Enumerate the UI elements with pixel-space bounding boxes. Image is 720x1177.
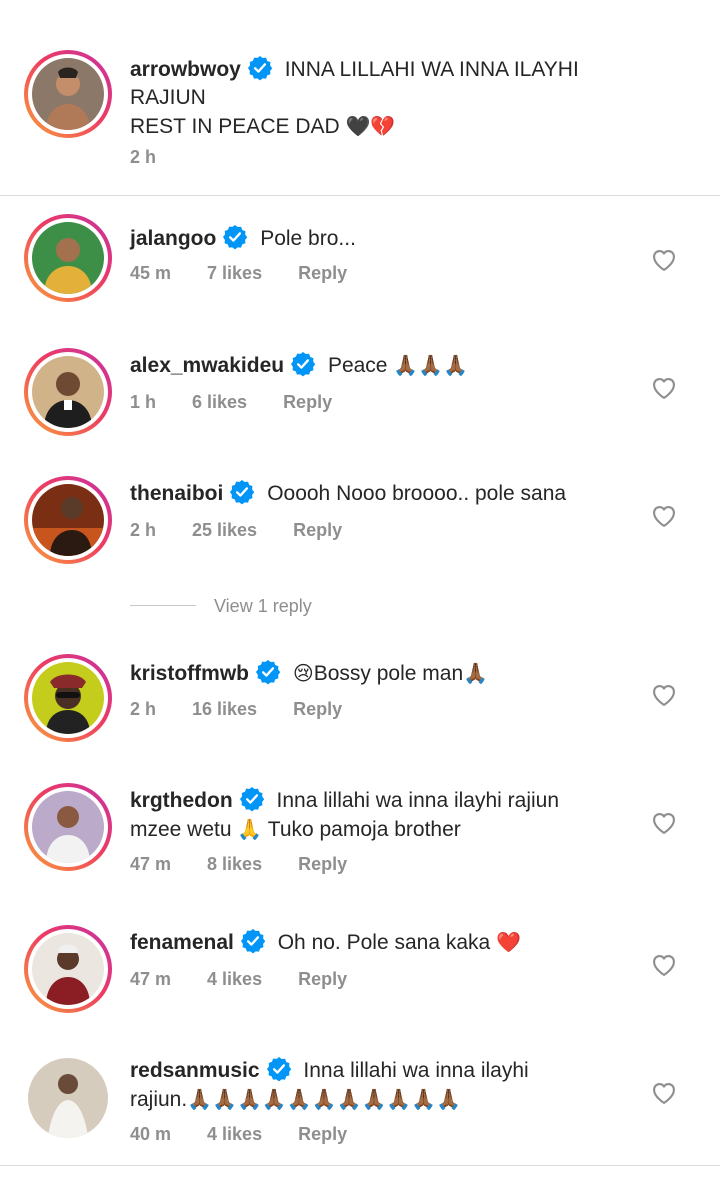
verified-badge-icon [240, 928, 266, 954]
comment-emojis: 🙏🏾🙏🏾🙏🏾 [393, 353, 469, 377]
username[interactable]: arrowbwoy [130, 58, 241, 81]
username[interactable]: thenaiboi [130, 482, 223, 505]
crying-emoji: 😢 [292, 661, 314, 685]
avatar-ring[interactable] [24, 476, 112, 564]
view-replies-button[interactable]: View 1 reply [130, 594, 430, 622]
verified-badge-icon [239, 786, 265, 812]
avatar-ring[interactable] [24, 925, 112, 1013]
verified-badge-icon [247, 55, 273, 81]
avatar [32, 222, 104, 294]
reply-button[interactable]: Reply [293, 520, 342, 541]
avatar [32, 662, 104, 734]
comment-text: Bossy pole man [313, 662, 464, 685]
comment-emojis: 🙏🏾 [463, 661, 489, 685]
avatar [32, 356, 104, 428]
username[interactable]: kristoffmwb [130, 662, 249, 685]
likes-count[interactable]: 4 likes [207, 1124, 262, 1145]
verified-badge-icon [222, 224, 248, 250]
heart-icon[interactable] [650, 246, 678, 274]
heart-icon[interactable] [650, 502, 678, 530]
avatar [28, 1058, 108, 1138]
likes-count[interactable]: 8 likes [207, 854, 262, 875]
comment-text: Ooooh Nooo broooo.. pole sana [267, 482, 567, 505]
username[interactable]: jalangoo [130, 227, 216, 250]
heart-icon[interactable] [650, 951, 678, 979]
heart-icon[interactable] [650, 1079, 678, 1107]
comment-text-line2a: mzee wetu [130, 818, 232, 841]
username[interactable]: redsanmusic [130, 1059, 260, 1082]
comment-time: 47 m [130, 969, 172, 989]
likes-count[interactable]: 25 likes [192, 520, 257, 541]
reply-button[interactable]: Reply [283, 392, 332, 413]
comment-emojis: 🙏🏾🙏🏾🙏🏾🙏🏾🙏🏾🙏🏾🙏🏾🙏🏾🙏🏾🙏🏾🙏🏾 [187, 1087, 462, 1111]
avatar [32, 58, 104, 130]
comment-text: Pole bro... [260, 227, 356, 250]
comment-text-line1: Inna lillahi wa inna ilayhi rajiun [276, 789, 560, 812]
caption-text-line1: INNA LILLAHI WA INNA ILAYHI [284, 58, 579, 81]
verified-badge-icon [255, 659, 281, 685]
avatar [32, 484, 104, 556]
verified-badge-icon [229, 479, 255, 505]
comment-text: Oh no. Pole sana kaka [277, 931, 491, 954]
reply-button[interactable]: Reply [293, 699, 342, 720]
likes-count[interactable]: 16 likes [192, 699, 257, 720]
reply-button[interactable]: Reply [298, 969, 347, 990]
comment-time: 47 m [130, 854, 172, 874]
reply-button[interactable]: Reply [298, 1124, 347, 1145]
reply-button[interactable]: Reply [298, 263, 347, 284]
avatar-ring[interactable] [24, 1054, 112, 1142]
post-caption: arrowbwoy INNA LILLAHI WA INNA ILAYHI RA… [0, 0, 720, 196]
caption-text-line3: REST IN PEACE DAD [130, 115, 340, 138]
reply-button[interactable]: Reply [298, 854, 347, 875]
view-replies-label: View 1 reply [214, 596, 312, 616]
comment-time: 1 h [130, 392, 157, 412]
username[interactable]: krgthedon [130, 789, 233, 812]
comment-text: Peace [327, 354, 388, 377]
heart-icon[interactable] [650, 809, 678, 837]
caption-text-line2: RAJIUN [130, 86, 206, 109]
divider [130, 605, 196, 606]
comment-text-line2: rajiun. [130, 1088, 188, 1111]
divider [0, 1165, 720, 1166]
avatar-ring[interactable] [24, 50, 112, 138]
likes-count[interactable]: 6 likes [192, 392, 247, 413]
avatar-ring[interactable] [24, 348, 112, 436]
avatar [32, 791, 104, 863]
avatar [32, 933, 104, 1005]
caption-emojis: 🖤💔 [345, 114, 396, 138]
comment-text-line2b: Tuko pamoja brother [267, 818, 461, 841]
likes-count[interactable]: 7 likes [207, 263, 262, 284]
comment-time: 45 m [130, 263, 172, 283]
username[interactable]: fenamenal [130, 931, 234, 954]
pray-emoji: 🙏 [237, 817, 263, 841]
comment-time: 2 h [130, 699, 157, 719]
verified-badge-icon [266, 1056, 292, 1082]
heart-icon[interactable] [650, 681, 678, 709]
avatar-ring[interactable] [24, 214, 112, 302]
heart-icon[interactable] [650, 374, 678, 402]
comment-time: 40 m [130, 1124, 172, 1144]
username[interactable]: alex_mwakideu [130, 354, 284, 377]
avatar-ring[interactable] [24, 783, 112, 871]
comment-time: 2 h [130, 147, 157, 167]
verified-badge-icon [290, 351, 316, 377]
heart-emoji: ❤️ [496, 930, 521, 954]
avatar-ring[interactable] [24, 654, 112, 742]
comment-time: 2 h [130, 520, 157, 540]
comment-text-line1: Inna lillahi wa inna ilayhi [303, 1059, 529, 1082]
likes-count[interactable]: 4 likes [207, 969, 262, 990]
